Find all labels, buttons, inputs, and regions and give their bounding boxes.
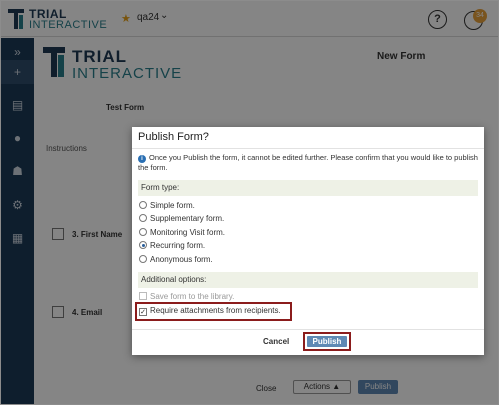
checkbox-label: Save form to the library. bbox=[150, 292, 235, 301]
radio-button[interactable] bbox=[139, 255, 147, 263]
radio-label: Supplementary form. bbox=[150, 214, 225, 223]
radio-label: Monitoring Visit form. bbox=[150, 228, 225, 237]
divider bbox=[132, 148, 484, 149]
radio-simple-form[interactable]: Simple form. bbox=[139, 200, 195, 212]
highlight-box bbox=[135, 302, 292, 321]
radio-anonymous-form[interactable]: Anonymous form. bbox=[139, 254, 213, 266]
radio-label: Anonymous form. bbox=[150, 255, 213, 264]
publish-form-dialog: Publish Form? i Once you Publish the form… bbox=[132, 127, 484, 355]
radio-label: Recurring form. bbox=[150, 241, 206, 250]
form-type-header: Form type: bbox=[138, 180, 478, 196]
info-message: i Once you Publish the form, it cannot be… bbox=[138, 153, 478, 173]
radio-button[interactable] bbox=[139, 214, 147, 222]
radio-monitoring-visit-form[interactable]: Monitoring Visit form. bbox=[139, 227, 225, 239]
publish-button[interactable]: Publish bbox=[307, 336, 347, 347]
divider bbox=[132, 329, 484, 330]
additional-options-header: Additional options: bbox=[138, 272, 478, 288]
checkbox bbox=[139, 292, 147, 300]
publish-highlight-box: Publish bbox=[303, 332, 351, 351]
app-window: TRIAL INTERACTIVE ★ qa24 ⌄ ? 34 » + ▤ ● … bbox=[0, 0, 499, 405]
radio-button[interactable] bbox=[139, 228, 147, 236]
info-text: Once you Publish the form, it cannot be … bbox=[138, 153, 478, 172]
dialog-title: Publish Form? bbox=[138, 131, 209, 143]
info-icon: i bbox=[138, 155, 146, 163]
radio-supplementary-form[interactable]: Supplementary form. bbox=[139, 213, 224, 225]
radio-label: Simple form. bbox=[150, 201, 195, 210]
radio-recurring-form[interactable]: Recurring form. bbox=[139, 240, 205, 252]
radio-button-selected[interactable] bbox=[139, 241, 147, 249]
cancel-button[interactable]: Cancel bbox=[263, 337, 289, 346]
radio-button[interactable] bbox=[139, 201, 147, 209]
